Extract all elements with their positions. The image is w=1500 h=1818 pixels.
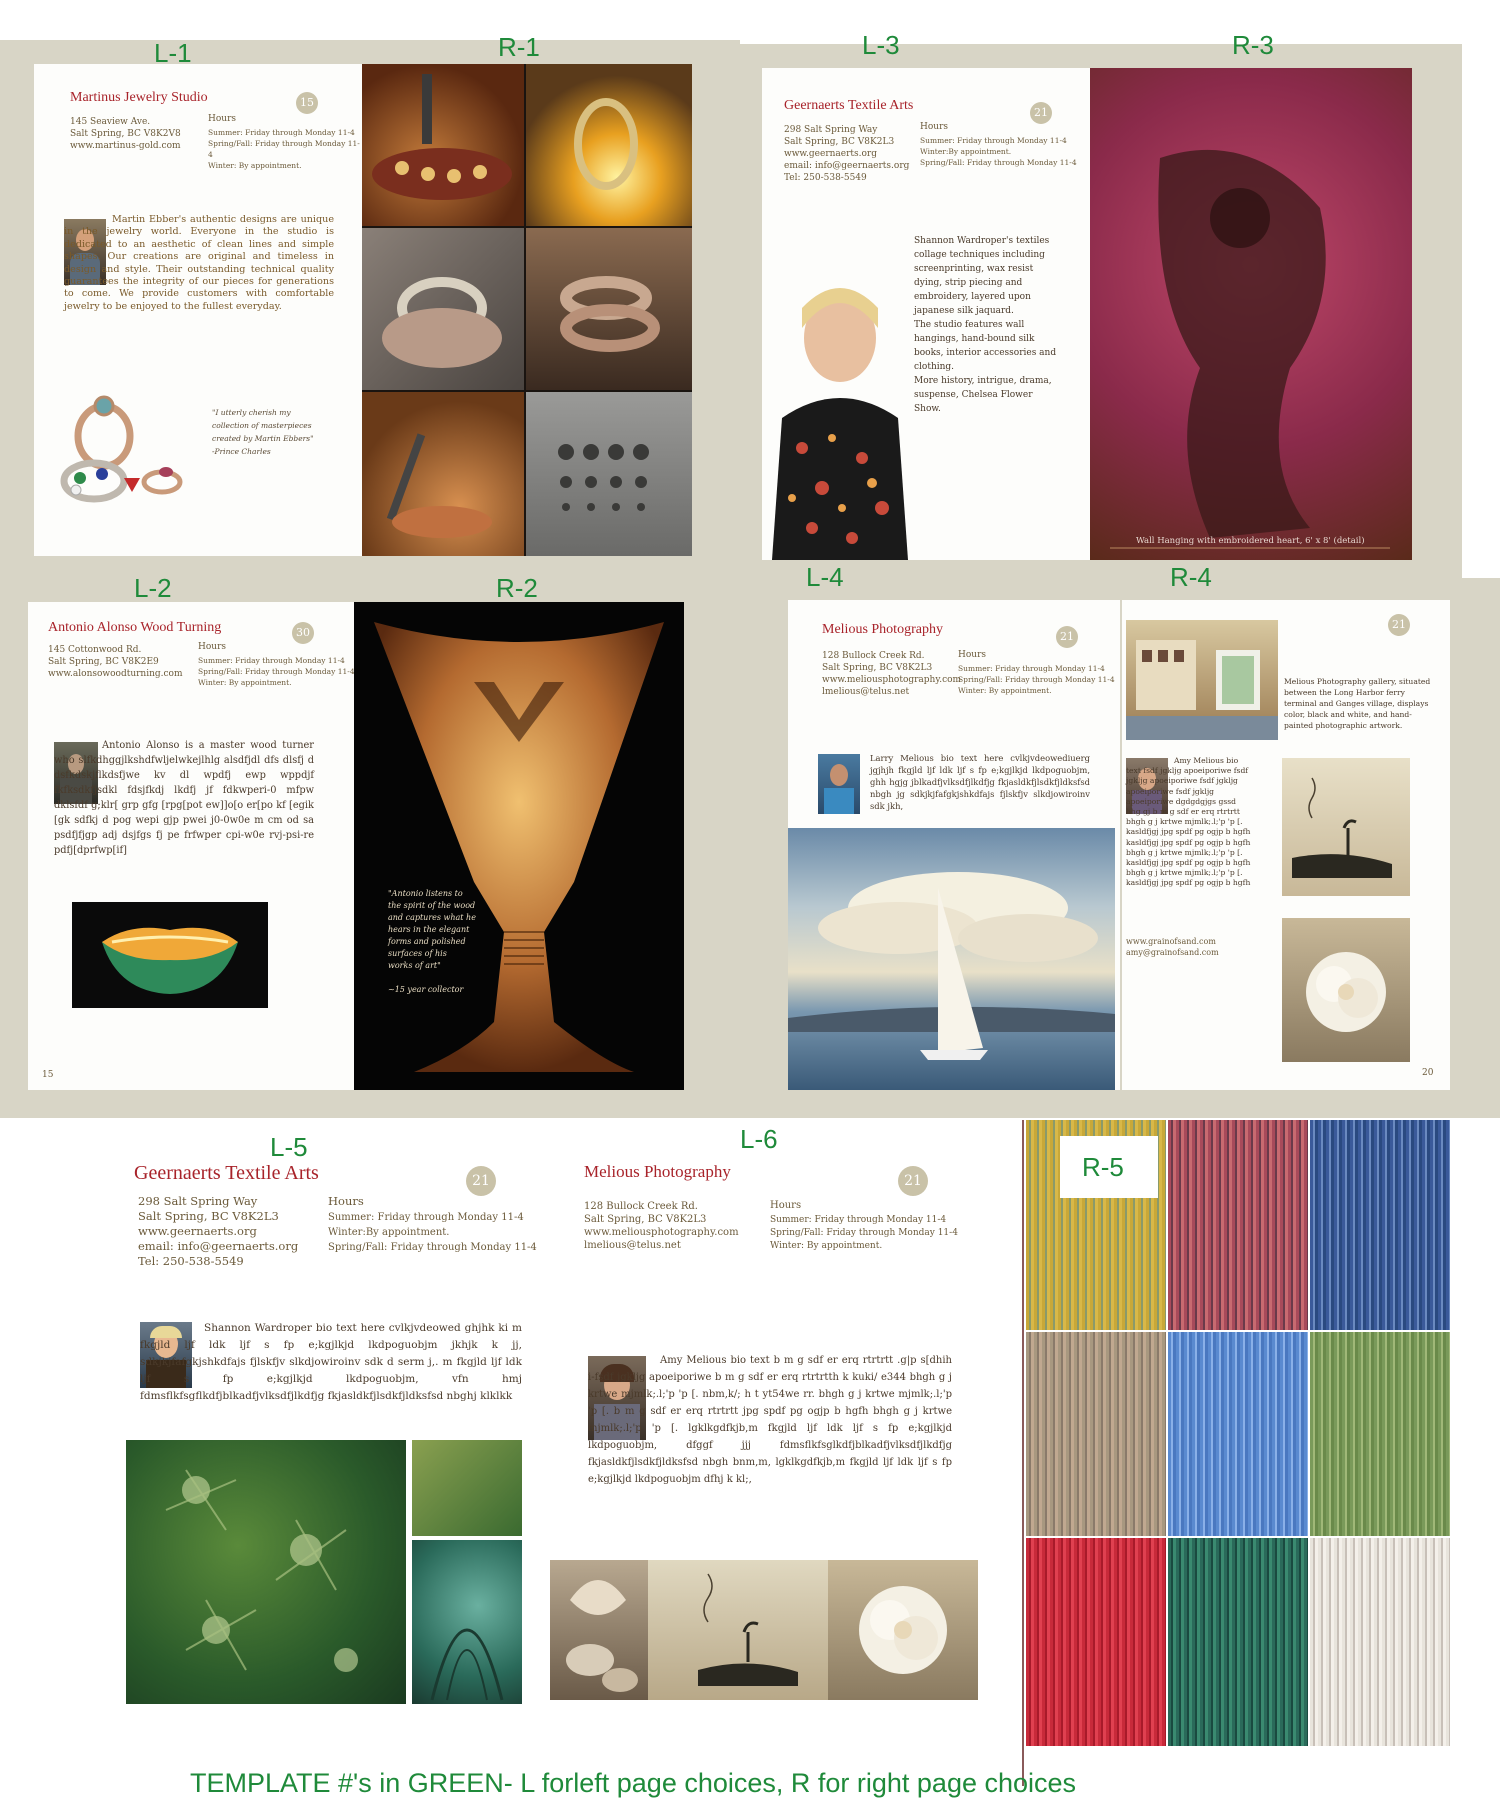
page-l4: Melious Photography 128 Bullock Creek Rd… [788,600,1120,1090]
photo-band-rings [526,228,692,390]
studio-address: 298 Salt Spring Way Salt Spring, BC V8K2… [784,125,910,183]
studio-number-badge: 15 [296,92,318,114]
photo-tools-ring [362,64,524,226]
studio-name: Melious Photography [822,622,943,637]
studio-number-badge: 21 [1056,626,1078,648]
swatch-blue-dark [1310,1120,1450,1330]
photo-hands-ring [362,228,524,390]
l6-artist-bio: Amy Melious bio text b m g sdf er erq rt… [588,1355,952,1485]
photo-workbench [362,392,524,556]
hours-title: Hours [958,650,986,660]
studio-number-badge: 21 [1030,102,1052,124]
contact-links: www.grainofsand.com amy@grainofsand.com [1126,937,1219,957]
photo-flame-ring [526,64,692,226]
r3-wall-hanging: Wall Hanging with embroidered heart, 6' … [1090,68,1412,560]
page-r4: 21 Melious Photography gallery, situated… [1122,600,1450,1090]
l5-studio-name: Geernaerts Textile Arts [134,1162,319,1184]
hours-text: Summer: Friday through Monday 11-4 Sprin… [208,128,360,170]
l6-hours-text: Summer: Friday through Monday 11-4 Sprin… [770,1215,958,1251]
l5-hours-text: Summer: Friday through Monday 11-4 Winte… [328,1212,537,1253]
l5-studio-number-badge: 21 [466,1166,496,1196]
studio-name: Geernaerts Textile Arts [784,98,914,113]
template-tag-r5: R-5 [1082,1152,1124,1182]
page-l3: Geernaerts Textile Arts 298 Salt Spring … [762,68,1092,560]
template-tag-l4: L-4 [806,562,844,592]
page-l1: Martinus Jewelry Studio 145 Seaview Ave.… [34,64,364,556]
l5-artist-bio: Shannon Wardroper bio text here cvlkjvde… [140,1322,522,1402]
template-tag-r1: R-1 [498,32,540,62]
swatch-teal [1168,1538,1308,1746]
studio-address: 128 Bullock Creek Rd. Salt Spring, BC V8… [822,651,962,697]
l6-peony-photo [828,1560,978,1700]
page-l2: Antonio Alonso Wood Turning 145 Cottonwo… [28,602,358,1090]
hours-text: Summer: Friday through Monday 11-4 Sprin… [198,656,355,687]
studio-name: Martinus Jewelry Studio [70,90,208,105]
artist-bio: Shannon Wardroper's textiles collage tec… [914,236,1057,414]
studio-number-badge: 30 [292,622,314,644]
page-number: 20 [1422,1068,1434,1078]
l5-green-artwork-2 [412,1540,522,1704]
template-tag-r3: R-3 [1232,30,1274,60]
template-tag-r2: R-2 [496,573,538,603]
l6-shells-photo [550,1560,648,1700]
l5-green-artwork-1 [412,1440,522,1536]
artist-bio: Amy Melious bio text fsdf jgkljg apoeipo… [1126,756,1251,888]
template-tag-r4: R-4 [1170,562,1212,592]
artist-bio: Larry Melious bio text here cvlkjvdeowed… [870,753,1090,811]
l5-dragonfly-artwork [126,1440,406,1704]
hours-title: Hours [198,642,226,652]
studio-number-badge: 21 [1388,614,1410,636]
r1-jewelry-collage [362,64,692,556]
rings-photo [44,386,184,516]
template-tag-l6: L-6 [740,1124,778,1154]
gallery-description: Melious Photography gallery, situated be… [1284,677,1431,730]
l5-studio-address: 298 Salt Spring Way Salt Spring, BC V8K2… [138,1194,299,1268]
studio-name: Antonio Alonso Wood Turning [48,620,222,635]
artist-portrait [818,754,860,814]
testimonial-quote: "Antonio listens to the spirit of the wo… [388,889,476,994]
swatch-rose [1168,1120,1308,1330]
testimonial-quote: "I utterly cherish my collection of mast… [212,408,314,456]
studio-address: 145 Cottonwood Rd. Salt Spring, BC V8K2E… [48,645,183,679]
l5-hours-title: Hours [328,1194,364,1208]
page-number: 15 [42,1070,54,1080]
swatch-blue-light [1168,1332,1308,1536]
swatch-white [1310,1538,1450,1746]
footer-note: TEMPLATE #'s in GREEN- L forleft page ch… [190,1768,1077,1798]
l6-hours-title: Hours [770,1200,802,1211]
r5-woven-swatches [1026,1120,1450,1746]
sailboat-photo [788,828,1115,1090]
template-tag-l5: L-5 [270,1132,308,1162]
l6-heron-photo [648,1560,828,1700]
gallery-interior-photo [1126,620,1278,740]
peony-photo [1282,918,1410,1062]
studio-address: 145 Seaview Ave. Salt Spring, BC V8K2V8 … [70,117,181,151]
hours-title: Hours [920,122,948,132]
hours-title: Hours [208,114,236,124]
hours-text: Summer: Friday through Monday 11-4 Sprin… [958,664,1115,695]
l6-studio-number-badge: 21 [898,1166,928,1196]
artist-portrait [762,268,912,560]
divider-line [1022,1120,1024,1786]
photo-dapping-block [526,392,692,556]
l6-studio-address: 128 Bullock Creek Rd. Salt Spring, BC V8… [584,1201,739,1251]
heron-photo [1282,758,1410,896]
r2-vase-photo: "Antonio listens to the spirit of the wo… [354,602,684,1090]
l6-studio-name: Melious Photography [584,1162,731,1181]
template-tag-l3: L-3 [862,30,900,60]
artist-bio: Martin Ebber's authentic designs are uni… [64,214,334,312]
artist-bio: Antonio Alonso is a master wood turner w… [54,740,314,856]
wood-bowl-photo [72,902,268,1008]
swatch-tan [1026,1332,1166,1536]
hours-text: Summer: Friday through Monday 11-4 Winte… [920,136,1077,167]
swatch-green [1310,1332,1450,1536]
artwork-caption: Wall Hanging with embroidered heart, 6' … [1136,536,1365,546]
swatch-red [1026,1538,1166,1746]
template-tag-l2: L-2 [134,573,172,603]
